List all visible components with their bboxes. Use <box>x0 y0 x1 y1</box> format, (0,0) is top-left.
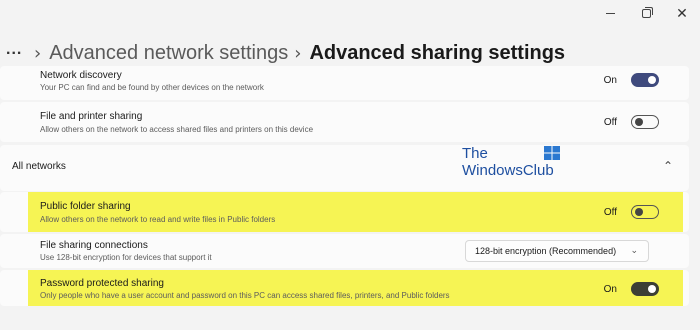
network-discovery-title: Network discovery <box>40 70 122 81</box>
minimize-button[interactable] <box>592 0 628 26</box>
chevron-up-icon[interactable]: ⌃ <box>663 159 673 173</box>
file-printer-sharing-title: File and printer sharing <box>40 111 143 122</box>
windows-flag-icon <box>544 146 560 160</box>
logo-line-2: WindowsClub <box>462 162 554 179</box>
file-sharing-connections-row: File sharing connections Use 128-bit enc… <box>0 234 689 268</box>
encryption-dropdown[interactable]: 128-bit encryption (Recommended) ⌄ <box>465 240 649 262</box>
encryption-dropdown-value: 128-bit encryption (Recommended) <box>475 246 617 256</box>
restore-button[interactable] <box>628 0 664 26</box>
chevron-right-icon: › <box>34 42 42 64</box>
password-protected-sharing-toggle[interactable] <box>631 282 659 296</box>
toggle-knob <box>648 285 656 293</box>
password-protected-sharing-title: Password protected sharing <box>40 278 164 289</box>
page-title: Advanced sharing settings <box>309 41 566 64</box>
public-folder-sharing-row: Public folder sharing Allow others on th… <box>0 192 689 232</box>
public-folder-sharing-title: Public folder sharing <box>40 201 131 212</box>
breadcrumb-parent-link[interactable]: Advanced network settings <box>49 42 288 65</box>
chevron-down-icon: ⌄ <box>630 245 638 255</box>
public-folder-sharing-state: Off <box>603 206 617 218</box>
file-printer-sharing-row: File and printer sharing Allow others on… <box>0 102 689 142</box>
close-icon: ✕ <box>676 5 688 21</box>
window-controls: ✕ <box>592 0 700 26</box>
password-protected-sharing-row: Password protected sharing Only people w… <box>0 270 689 306</box>
toggle-knob <box>635 118 643 126</box>
network-discovery-description: Your PC can find and be found by other d… <box>40 83 264 92</box>
public-folder-sharing-toggle[interactable] <box>631 205 659 219</box>
close-button[interactable]: ✕ <box>664 0 700 26</box>
all-networks-header[interactable]: All networks ⌃ <box>0 145 689 191</box>
thewindowsclub-logo: The WindowsClub <box>462 145 560 179</box>
logo-line-1: The <box>462 145 488 162</box>
public-folder-sharing-description: Allow others on the network to read and … <box>40 215 276 224</box>
all-networks-label: All networks <box>12 161 66 172</box>
network-discovery-toggle[interactable] <box>631 73 659 87</box>
file-printer-sharing-description: Allow others on the network to access sh… <box>40 125 314 134</box>
toggle-knob <box>648 76 656 84</box>
more-options-button[interactable]: ... <box>6 41 28 59</box>
network-discovery-state: On <box>603 74 617 86</box>
network-discovery-row: Network discovery Your PC can find and b… <box>0 66 689 100</box>
chevron-right-icon: › <box>294 42 302 64</box>
toggle-knob <box>635 208 643 216</box>
minimize-icon <box>605 12 615 14</box>
file-sharing-connections-description: Use 128-bit encryption for devices that … <box>40 253 212 262</box>
password-protected-sharing-description: Only people who have a user account and … <box>40 291 450 300</box>
file-printer-sharing-state: Off <box>603 116 617 128</box>
file-sharing-connections-title: File sharing connections <box>40 240 148 251</box>
password-protected-sharing-state: On <box>603 283 617 295</box>
file-printer-sharing-toggle[interactable] <box>631 115 659 129</box>
restore-icon <box>641 6 653 18</box>
breadcrumb: ... › Advanced network settings › Advanc… <box>6 38 565 68</box>
